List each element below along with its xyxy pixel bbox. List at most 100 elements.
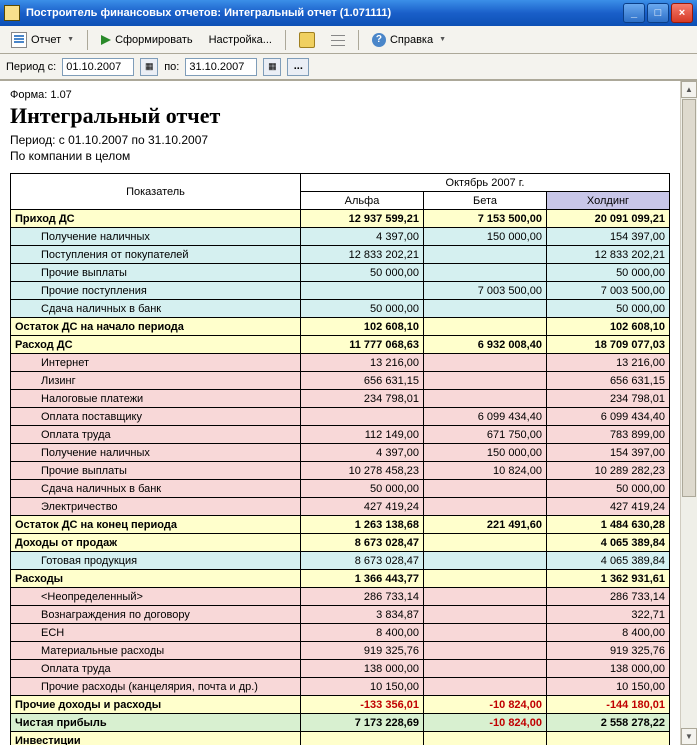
table-row: Оплата поставщику6 099 434,406 099 434,4… bbox=[11, 408, 670, 426]
tree-button[interactable] bbox=[324, 29, 352, 51]
row-value: 2 558 278,22 bbox=[546, 714, 669, 732]
table-row: Чистая прибыль7 173 228,69-10 824,002 55… bbox=[11, 714, 670, 732]
table-row: Поступления от покупателей12 833 202,211… bbox=[11, 246, 670, 264]
row-value: 50 000,00 bbox=[301, 480, 424, 498]
row-value: -133 356,01 bbox=[301, 696, 424, 714]
row-label: Получение наличных bbox=[11, 444, 301, 462]
table-row: Приход ДС12 937 599,217 153 500,0020 091… bbox=[11, 210, 670, 228]
chevron-down-icon: ▼ bbox=[439, 36, 446, 43]
report-menu-button[interactable]: Отчет ▼ bbox=[4, 29, 81, 51]
minimize-button[interactable]: _ bbox=[623, 3, 645, 23]
row-value bbox=[301, 408, 424, 426]
row-value: 221 491,60 bbox=[423, 516, 546, 534]
window-titlebar: Построитель финансовых отчетов: Интеграл… bbox=[0, 0, 697, 26]
row-value: -144 180,01 bbox=[546, 696, 669, 714]
table-row: Оплата труда112 149,00671 750,00783 899,… bbox=[11, 426, 670, 444]
row-value: 11 777 068,63 bbox=[301, 336, 424, 354]
maximize-button[interactable]: □ bbox=[647, 3, 669, 23]
help-label: Справка bbox=[390, 34, 433, 46]
row-label: Сдача наличных в банк bbox=[11, 480, 301, 498]
row-label: Поступления от покупателей bbox=[11, 246, 301, 264]
row-label: Оплата поставщику bbox=[11, 408, 301, 426]
toolbar-separator bbox=[87, 30, 88, 50]
row-value: 138 000,00 bbox=[301, 660, 424, 678]
row-value: 7 153 500,00 bbox=[423, 210, 546, 228]
table-row: Сдача наличных в банк50 000,0050 000,00 bbox=[11, 300, 670, 318]
generate-button[interactable]: Сформировать bbox=[94, 29, 200, 51]
generate-label: Сформировать bbox=[115, 34, 193, 46]
row-value bbox=[301, 732, 424, 745]
period-bar: Период с: ▦ по: ▦ ... bbox=[0, 54, 697, 80]
toolbar-separator bbox=[358, 30, 359, 50]
period-to-input[interactable] bbox=[185, 58, 257, 76]
row-value: 7 173 228,69 bbox=[301, 714, 424, 732]
scrollbar-thumb[interactable] bbox=[682, 99, 696, 497]
period-to-label: по: bbox=[164, 61, 179, 73]
row-value: 12 937 599,21 bbox=[301, 210, 424, 228]
vertical-scrollbar[interactable]: ▲ ▼ bbox=[680, 81, 697, 745]
row-value: 427 419,24 bbox=[546, 498, 669, 516]
row-value bbox=[423, 264, 546, 282]
help-icon: ? bbox=[372, 33, 386, 47]
column-header-month: Октябрь 2007 г. bbox=[301, 174, 670, 192]
help-menu-button[interactable]: ? Справка ▼ bbox=[365, 29, 453, 51]
table-row: Инвестиции bbox=[11, 732, 670, 745]
row-value: 286 733,14 bbox=[301, 588, 424, 606]
row-value: 8 673 028,47 bbox=[301, 552, 424, 570]
period-ellipsis-button[interactable]: ... bbox=[287, 58, 309, 76]
row-value: 1 362 931,61 bbox=[546, 570, 669, 588]
table-row: Остаток ДС на начало периода102 608,1010… bbox=[11, 318, 670, 336]
row-value: 102 608,10 bbox=[546, 318, 669, 336]
row-label: <Неопределенный> bbox=[11, 588, 301, 606]
row-value: 322,71 bbox=[546, 606, 669, 624]
row-value: 112 149,00 bbox=[301, 426, 424, 444]
row-label: Остаток ДС на конец периода bbox=[11, 516, 301, 534]
row-value: 3 834,87 bbox=[301, 606, 424, 624]
row-value: 1 484 630,28 bbox=[546, 516, 669, 534]
row-value bbox=[423, 552, 546, 570]
row-value: 234 798,01 bbox=[301, 390, 424, 408]
row-label: Вознаграждения по договору bbox=[11, 606, 301, 624]
row-value: 4 397,00 bbox=[301, 444, 424, 462]
row-value bbox=[423, 624, 546, 642]
settings-button[interactable]: Настройка... bbox=[202, 29, 279, 51]
row-value bbox=[423, 390, 546, 408]
row-value: 919 325,76 bbox=[546, 642, 669, 660]
row-value: 4 397,00 bbox=[301, 228, 424, 246]
row-value: 286 733,14 bbox=[546, 588, 669, 606]
row-value: 138 000,00 bbox=[546, 660, 669, 678]
period-from-calendar-button[interactable]: ▦ bbox=[140, 58, 158, 76]
row-value: 8 673 028,47 bbox=[301, 534, 424, 552]
table-row: Получение наличных4 397,00150 000,00154 … bbox=[11, 444, 670, 462]
row-value: 50 000,00 bbox=[301, 300, 424, 318]
row-value: 4 065 389,84 bbox=[546, 552, 669, 570]
magic-wand-icon bbox=[299, 32, 315, 48]
row-value bbox=[423, 570, 546, 588]
row-value: 10 278 458,23 bbox=[301, 462, 424, 480]
report-table: Показатель Октябрь 2007 г. Альфа Бета Хо… bbox=[10, 173, 670, 745]
row-label: Электричество bbox=[11, 498, 301, 516]
row-value: 6 932 008,40 bbox=[423, 336, 546, 354]
close-button[interactable]: × bbox=[671, 3, 693, 23]
period-from-label: Период с: bbox=[6, 61, 56, 73]
period-to-calendar-button[interactable]: ▦ bbox=[263, 58, 281, 76]
row-value: 154 397,00 bbox=[546, 444, 669, 462]
table-row: Интернет13 216,0013 216,00 bbox=[11, 354, 670, 372]
table-row: Расход ДС11 777 068,636 932 008,4018 709… bbox=[11, 336, 670, 354]
table-row: Получение наличных4 397,00150 000,00154 … bbox=[11, 228, 670, 246]
scroll-down-arrow-icon[interactable]: ▼ bbox=[681, 728, 697, 745]
report-area: ▲ ▼ Форма: 1.07 Интегральный отчет Перио… bbox=[0, 80, 697, 745]
table-row: Готовая продукция8 673 028,474 065 389,8… bbox=[11, 552, 670, 570]
table-row: Прочие поступления7 003 500,007 003 500,… bbox=[11, 282, 670, 300]
row-value: 1 263 138,68 bbox=[301, 516, 424, 534]
period-from-input[interactable] bbox=[62, 58, 134, 76]
row-value bbox=[423, 354, 546, 372]
wizard-button[interactable] bbox=[292, 29, 322, 51]
row-label: Расход ДС bbox=[11, 336, 301, 354]
table-row: Остаток ДС на конец периода1 263 138,682… bbox=[11, 516, 670, 534]
scroll-up-arrow-icon[interactable]: ▲ bbox=[681, 81, 697, 98]
row-label: Материальные расходы bbox=[11, 642, 301, 660]
table-row: <Неопределенный>286 733,14286 733,14 bbox=[11, 588, 670, 606]
table-row: Доходы от продаж8 673 028,474 065 389,84 bbox=[11, 534, 670, 552]
row-value: -10 824,00 bbox=[423, 714, 546, 732]
